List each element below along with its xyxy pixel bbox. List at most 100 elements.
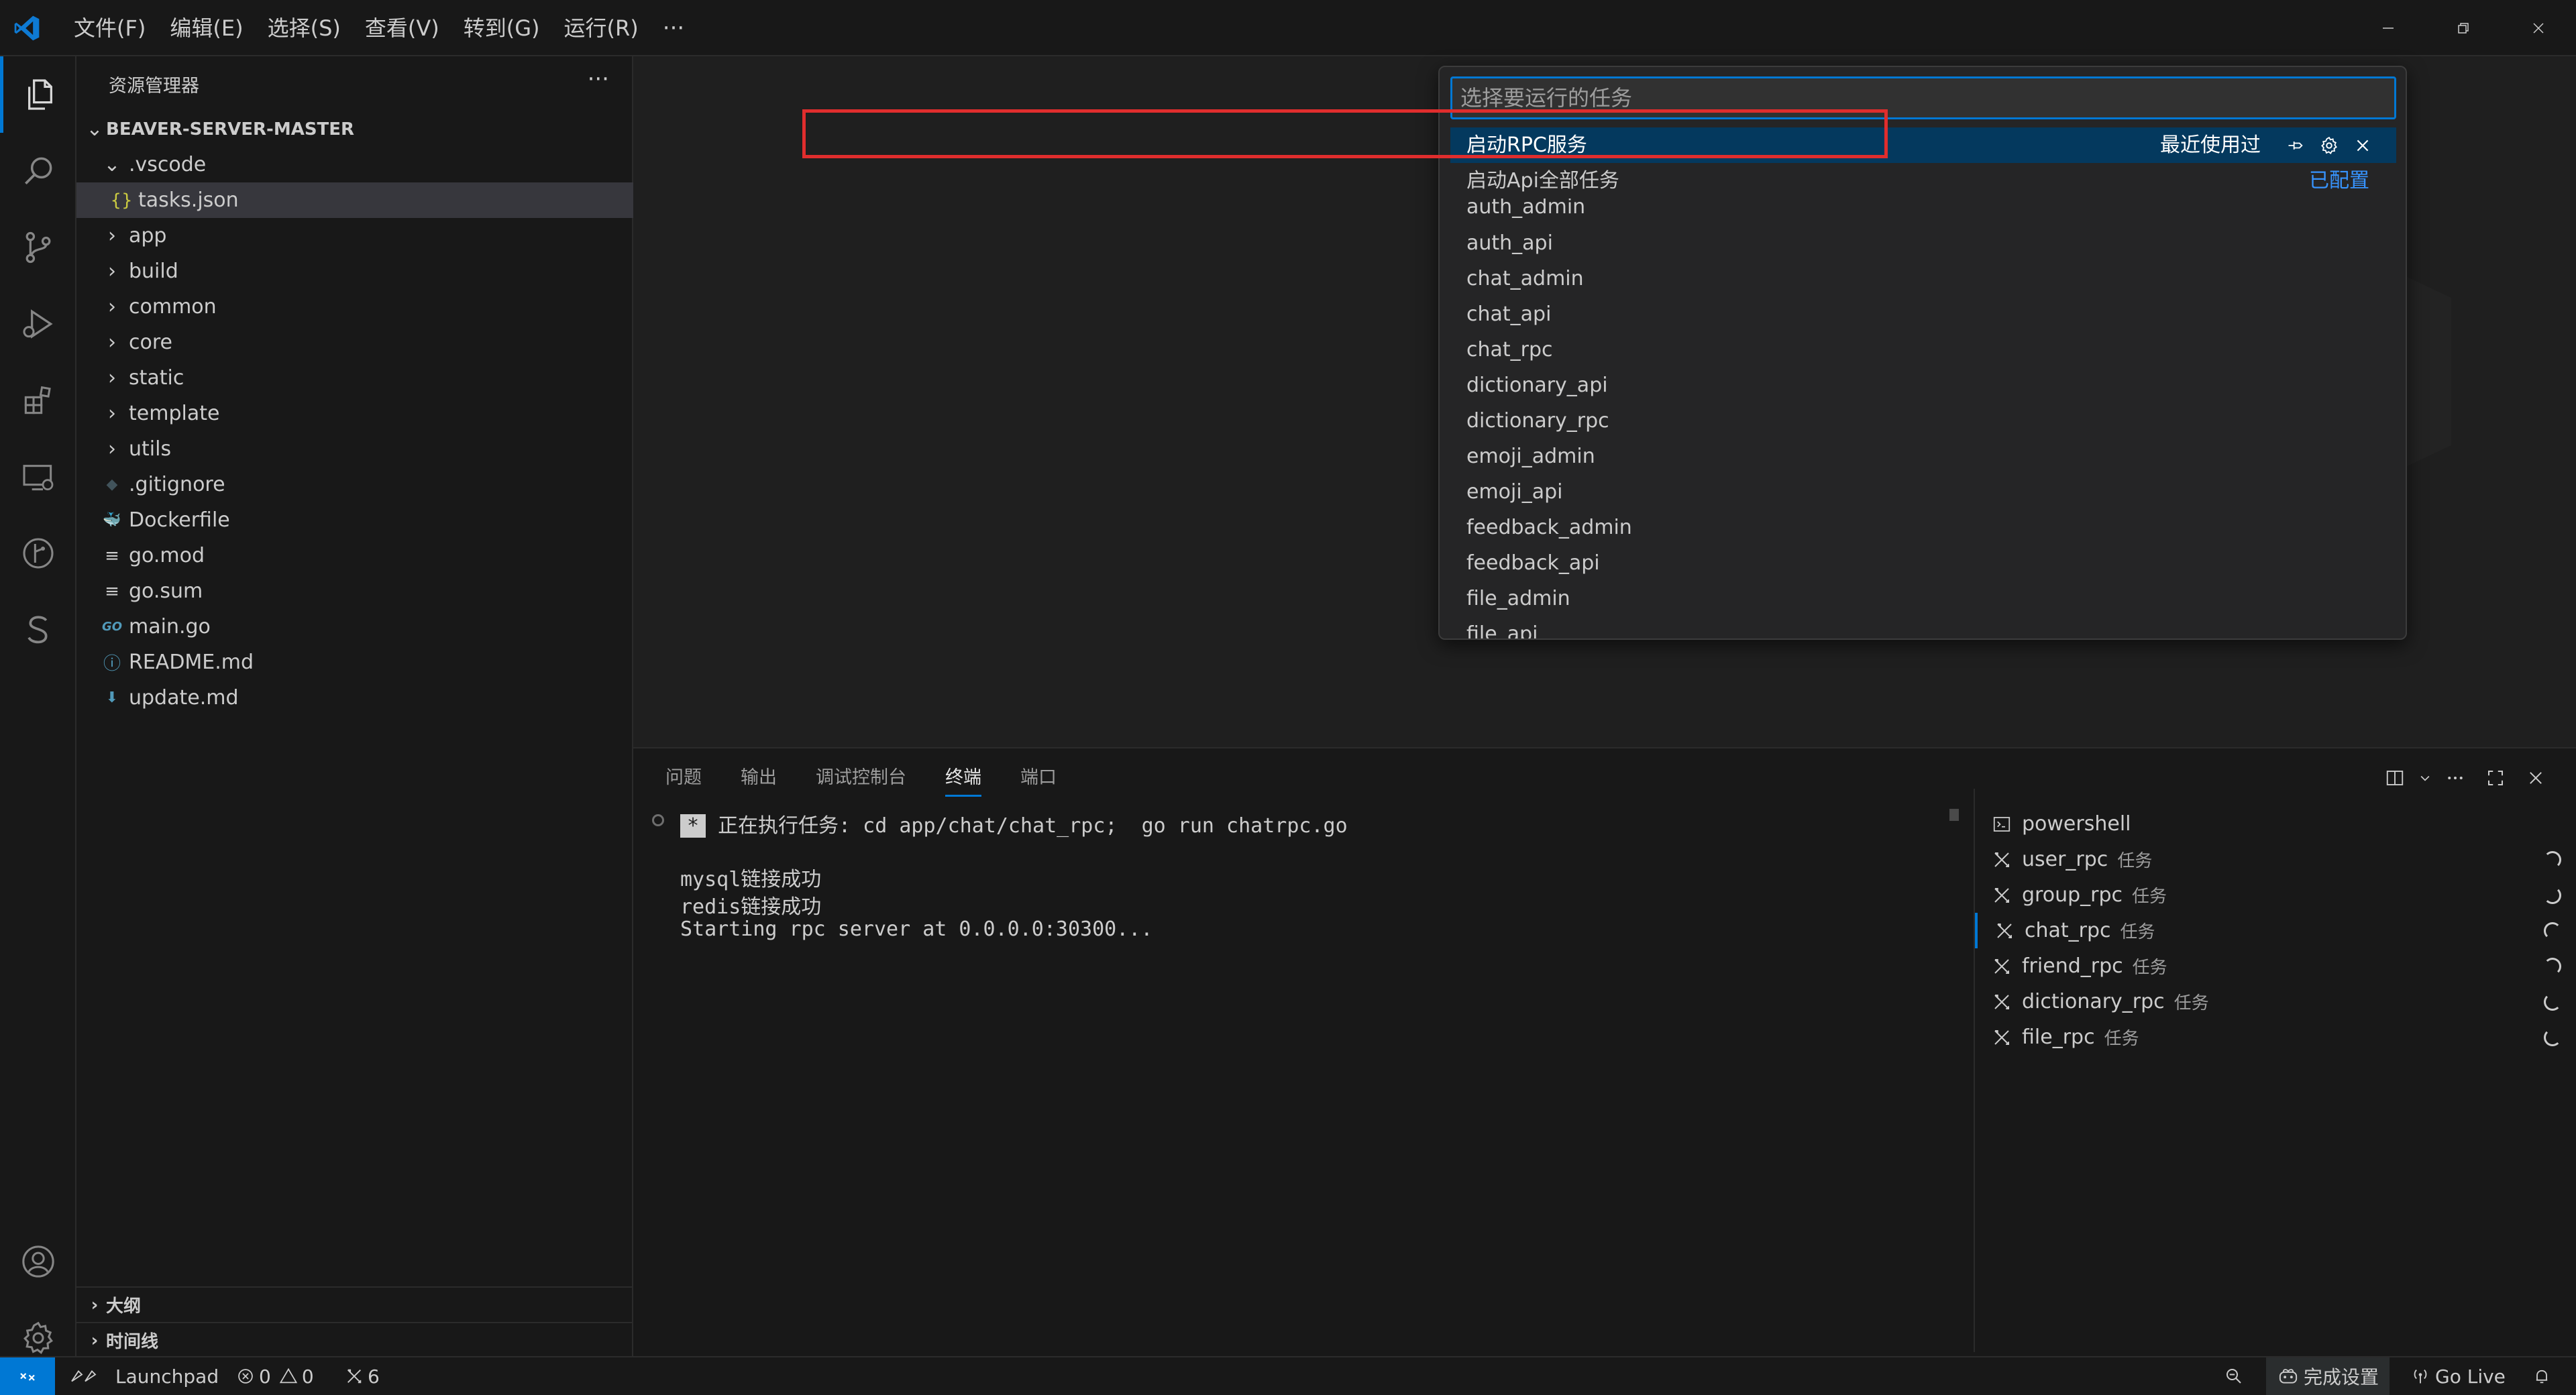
terminal-output[interactable]: * 正在执行任务: cd app/chat/chat_rpc; go run ch…: [652, 809, 1953, 1345]
tree-item-vscode[interactable]: ⌄ .vscode: [76, 147, 633, 182]
quick-pick-item[interactable]: auth_api: [1450, 225, 2396, 261]
remote-indicator-button[interactable]: [0, 1357, 55, 1395]
run-debug-activity[interactable]: [0, 286, 76, 362]
git-graph-activity[interactable]: [0, 515, 76, 592]
tree-item-label: README.md: [129, 651, 254, 674]
tab-output[interactable]: 输出: [741, 763, 777, 797]
quick-pick-item[interactable]: chat_api: [1450, 296, 2396, 332]
tree-item-core[interactable]: › core: [76, 325, 633, 360]
terminal-command-decoration-icon[interactable]: [652, 814, 664, 826]
quick-pick-item[interactable]: chat_admin: [1450, 261, 2396, 296]
finish-setup-button[interactable]: 完成设置: [2266, 1357, 2390, 1395]
pin-icon[interactable]: [2282, 127, 2309, 163]
git-graph-icon: [23, 538, 54, 569]
tools-icon: [347, 1369, 362, 1384]
tree-item-template[interactable]: › template: [76, 396, 633, 431]
search-activity[interactable]: [0, 133, 76, 209]
tree-item-readme[interactable]: ⓘ README.md: [76, 645, 633, 680]
tab-ports[interactable]: 端口: [1020, 763, 1057, 797]
tree-item-app[interactable]: › app: [76, 218, 633, 254]
menu-selection[interactable]: 选择(S): [256, 8, 353, 48]
terminal-tab-sub: 任务: [2132, 887, 2167, 907]
configure-task-button[interactable]: [2316, 127, 2343, 163]
configured-tag: 已配置: [2309, 169, 2369, 192]
minimize-button[interactable]: [2351, 0, 2426, 56]
quick-pick-item[interactable]: emoji_api: [1450, 474, 2396, 510]
terminal-tab-dictionary-rpc[interactable]: dictionary_rpc 任务: [1975, 984, 2576, 1019]
explorer-more-button[interactable]: ···: [588, 66, 609, 93]
ports-indicator[interactable]: 6: [345, 1357, 380, 1395]
tree-item-update-md[interactable]: ⬇ update.md: [76, 680, 633, 716]
go-gopher-icon: GO: [101, 620, 123, 634]
tree-item-tasks-json[interactable]: {} tasks.json: [76, 182, 633, 218]
quick-pick-item-highlighted[interactable]: 启动Api全部任务 已配置: [1450, 163, 2396, 199]
tab-debug-console[interactable]: 调试控制台: [816, 763, 906, 797]
terminal-scrollbar[interactable]: [1949, 809, 1959, 821]
chevron-right-icon: ›: [91, 1294, 99, 1315]
window-controls: [2351, 0, 2576, 56]
quick-pick-item[interactable]: emoji_admin: [1450, 439, 2396, 474]
timeline-section[interactable]: › 时间线: [76, 1322, 633, 1357]
quick-pick-item[interactable]: dictionary_rpc: [1450, 403, 2396, 439]
menu-run[interactable]: 运行(R): [552, 8, 651, 48]
terminal-tab-powershell[interactable]: powershell: [1975, 806, 2576, 842]
ports-count: 6: [368, 1365, 380, 1388]
quick-pick-item[interactable]: file_admin: [1450, 581, 2396, 616]
close-window-button[interactable]: [2501, 0, 2576, 56]
quick-pick-item[interactable]: feedback_api: [1450, 545, 2396, 581]
tree-item-dockerfile[interactable]: 🐳 Dockerfile: [76, 502, 633, 538]
go-live-button[interactable]: Go Live: [2411, 1357, 2506, 1395]
terminal-icon: [1993, 816, 2010, 832]
tree-item-go-mod[interactable]: ≡ go.mod: [76, 538, 633, 573]
quick-pick-item[interactable]: chat_rpc: [1450, 332, 2396, 368]
chevron-right-icon: ›: [108, 331, 116, 354]
terminal-tab-file-rpc[interactable]: file_rpc 任务: [1975, 1019, 2576, 1055]
extensions-activity[interactable]: [0, 362, 76, 439]
explorer-activity[interactable]: [0, 56, 76, 133]
quick-pick-item[interactable]: file_api: [1450, 616, 2396, 638]
tree-item-gitignore[interactable]: ◆ .gitignore: [76, 467, 633, 502]
outline-section-label: 大纲: [106, 1296, 142, 1317]
json-braces-icon: {}: [110, 190, 133, 211]
tab-problems[interactable]: 问题: [665, 763, 702, 797]
tree-item-main-go[interactable]: GO main.go: [76, 609, 633, 645]
quick-pick-item[interactable]: dictionary_api: [1450, 368, 2396, 403]
restore-button[interactable]: [2426, 0, 2501, 56]
loading-spinner-icon: [2544, 922, 2561, 940]
tree-item-utils[interactable]: › utils: [76, 431, 633, 467]
menu-view[interactable]: 查看(V): [353, 8, 451, 48]
menu-edit[interactable]: 编辑(E): [158, 8, 255, 48]
menu-file[interactable]: 文件(F): [62, 8, 158, 48]
workspace-root[interactable]: ⌄ BEAVER-SERVER-MASTER: [76, 111, 633, 147]
tab-terminal[interactable]: 终端: [945, 763, 981, 797]
tree-item-label: main.go: [129, 615, 211, 638]
source-control-activity[interactable]: [0, 209, 76, 286]
terminal-tab-chat-rpc[interactable]: chat_rpc 任务: [1975, 913, 2576, 948]
terminal-tab-label: friend_rpc: [2022, 954, 2123, 978]
tree-item-common[interactable]: › common: [76, 289, 633, 325]
tools-icon: [1994, 994, 2009, 1009]
quick-pick-item[interactable]: feedback_admin: [1450, 510, 2396, 545]
chevron-right-icon: ›: [91, 1330, 99, 1351]
run-debug-icon: [23, 309, 53, 339]
terminal-tab-user-rpc[interactable]: user_rpc 任务: [1975, 842, 2576, 877]
launchpad-button[interactable]: Launchpad: [68, 1357, 219, 1395]
tree-item-static[interactable]: › static: [76, 360, 633, 396]
quick-pick-item[interactable]: auth_admin: [1450, 199, 2396, 224]
problems-indicator[interactable]: 0 0: [236, 1357, 314, 1395]
menu-go[interactable]: 转到(G): [451, 8, 552, 48]
terminal-tab-friend-rpc[interactable]: friend_rpc 任务: [1975, 948, 2576, 984]
accounts-activity[interactable]: [0, 1223, 76, 1300]
notifications-button[interactable]: [2525, 1357, 2559, 1395]
outline-section[interactable]: › 大纲: [76, 1286, 633, 1322]
terminal-tab-group-rpc[interactable]: group_rpc 任务: [1975, 877, 2576, 913]
tree-item-go-sum[interactable]: ≡ go.sum: [76, 573, 633, 609]
chevron-right-icon: ›: [108, 224, 116, 247]
close-icon: [2533, 23, 2544, 34]
zoom-button[interactable]: [2207, 1357, 2261, 1395]
remote-explorer-activity[interactable]: [0, 439, 76, 515]
menu-more-button[interactable]: ···: [651, 15, 696, 42]
tree-item-build[interactable]: › build: [76, 254, 633, 289]
s-extension-activity[interactable]: [0, 592, 76, 668]
remove-recent-button[interactable]: [2349, 127, 2376, 163]
